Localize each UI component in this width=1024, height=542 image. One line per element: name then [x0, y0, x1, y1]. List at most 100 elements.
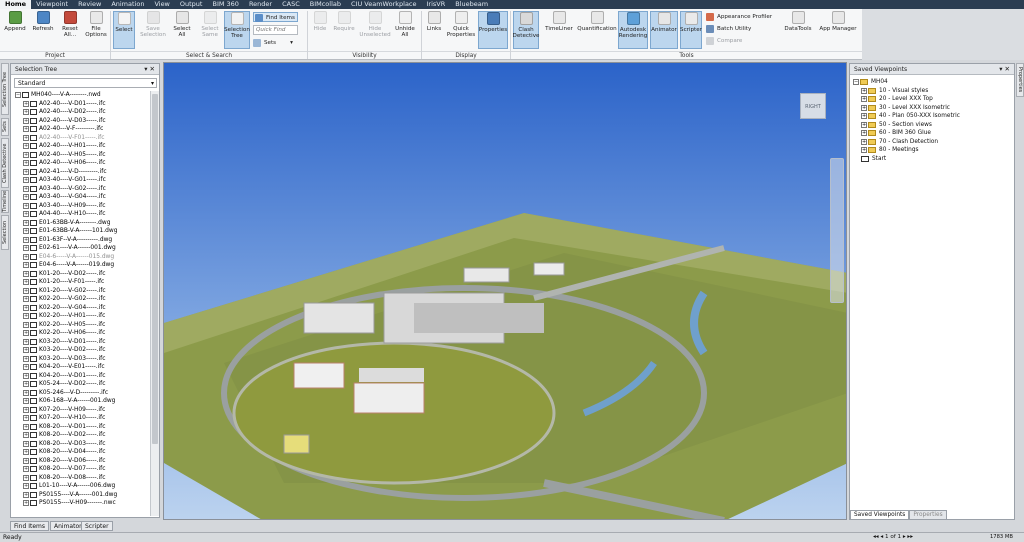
expand-icon[interactable]: + — [861, 130, 867, 137]
require-button[interactable]: Require — [332, 11, 356, 49]
expand-icon[interactable]: + — [23, 160, 29, 167]
tree-item[interactable]: + A02-40----V-H05-----.ifc — [20, 151, 150, 160]
project-group-label[interactable]: Project — [0, 51, 110, 59]
tree-item[interactable]: + A02-40----V-D02-----.ifc — [20, 108, 150, 117]
timeliner-button[interactable]: TimeLiner — [542, 11, 576, 49]
expand-icon[interactable]: + — [23, 211, 29, 218]
tree-item[interactable]: + K08-20----V-D01-----.ifc — [20, 423, 150, 432]
sheet-nav[interactable]: ◂◂ ◂ 1 of 1 ▸ ▸▸ — [873, 533, 913, 542]
expand-icon[interactable]: + — [23, 389, 29, 396]
expand-icon[interactable]: + — [23, 253, 29, 260]
navigation-bar[interactable] — [830, 158, 844, 303]
expand-icon[interactable]: + — [23, 474, 29, 481]
tree-item[interactable]: + K08-20----V-D04-----.ifc — [20, 448, 150, 457]
tree-item[interactable]: + A03-40----V-G04-----.ifc — [20, 193, 150, 202]
expand-icon[interactable]: + — [23, 219, 29, 226]
expand-icon[interactable]: + — [23, 126, 29, 133]
tree-item[interactable]: + K08-20----V-D07-----.ifc — [20, 465, 150, 474]
compare-button[interactable]: Compare — [706, 36, 742, 46]
tree-item[interactable]: + A04-40----V-H10-----.ifc — [20, 210, 150, 219]
collapse-icon[interactable]: − — [853, 79, 859, 86]
expand-icon[interactable]: + — [23, 406, 29, 413]
tab-properties[interactable]: Properties — [909, 510, 947, 520]
select-button[interactable]: Select — [113, 11, 135, 49]
expand-icon[interactable]: + — [23, 449, 29, 456]
tree-item[interactable]: + K02-20----V-G04-----.ifc — [20, 304, 150, 313]
collapse-icon[interactable]: − — [15, 92, 21, 99]
expand-icon[interactable]: + — [23, 185, 29, 192]
left-tab-selection-tree[interactable]: Selection Tree — [1, 63, 9, 115]
expand-icon[interactable]: + — [23, 483, 29, 490]
select-search-group-label[interactable]: Select & Search — [111, 51, 307, 59]
expand-icon[interactable]: + — [23, 117, 29, 124]
tree-item[interactable]: + E04-6-----V-A------019.dwg — [20, 261, 150, 270]
expand-icon[interactable]: + — [23, 143, 29, 150]
expand-icon[interactable]: + — [861, 121, 867, 128]
left-tab-timeliner[interactable]: Timeliner — [1, 190, 9, 213]
tree-item[interactable]: + K05-24----V-D02-----.ifc — [20, 380, 150, 389]
expand-icon[interactable]: + — [23, 338, 29, 345]
tree-item[interactable]: + A03-40----V-G02-----.ifc — [20, 185, 150, 194]
viewpoint-folder[interactable]: +10 - Visual styles — [861, 87, 1013, 96]
tree-item[interactable]: + K03-20----V-D03-----.ifc — [20, 355, 150, 364]
menu-tab-bluebeam[interactable]: Bluebeam — [450, 0, 493, 9]
close-icon[interactable]: ▾ ✕ — [999, 64, 1010, 75]
tree-item[interactable]: + A03-40----V-H09-----.ifc — [20, 202, 150, 211]
tree-item[interactable]: + K07-20----V-H09-----.ifc — [20, 406, 150, 415]
refresh-button[interactable]: Refresh — [30, 11, 56, 49]
find-items-button[interactable]: Find Items — [253, 12, 298, 22]
menu-tab-output[interactable]: Output — [175, 0, 208, 9]
tree-view-dropdown[interactable]: Standard ▾ — [14, 78, 157, 88]
expand-icon[interactable]: + — [23, 466, 29, 473]
menu-tab-bim-360[interactable]: BIM 360 — [207, 0, 243, 9]
tree-item[interactable]: + E01-63F--V-A----------.dwg — [20, 236, 150, 245]
tree-item[interactable]: + A02-40----V-H01-----.ifc — [20, 142, 150, 151]
links-button[interactable]: Links — [424, 11, 444, 49]
tree-item[interactable]: + K06-168--V-A------001.dwg — [20, 397, 150, 406]
batch-utility-button[interactable]: Batch Utility — [706, 24, 751, 34]
autodesk-rendering-button[interactable]: Autodesk Rendering — [618, 11, 648, 49]
tree-item[interactable]: + K08-20----V-D02-----.ifc — [20, 431, 150, 440]
tab-find-items[interactable]: Find Items — [10, 521, 49, 531]
expand-icon[interactable]: + — [23, 304, 29, 311]
tree-item[interactable]: + A02-40----V-H06-----.ifc — [20, 159, 150, 168]
tree-item[interactable]: + PS0155----V-A------001.dwg — [20, 491, 150, 500]
expand-icon[interactable]: + — [23, 423, 29, 430]
3d-viewport[interactable]: RIGHT — [163, 62, 847, 520]
expand-icon[interactable]: + — [23, 313, 29, 320]
expand-icon[interactable]: + — [23, 228, 29, 235]
hide-button[interactable]: Hide — [310, 11, 330, 49]
expand-icon[interactable]: + — [23, 372, 29, 379]
expand-icon[interactable]: + — [23, 236, 29, 243]
tree-item[interactable]: + A02-40----V-D03-----.ifc — [20, 117, 150, 126]
app-manager-button[interactable]: App Manager — [818, 11, 858, 49]
scrollbar-thumb[interactable] — [152, 94, 158, 444]
expand-icon[interactable]: + — [861, 138, 867, 145]
tree-item[interactable]: + A03-40----V-G01-----.ifc — [20, 176, 150, 185]
tree-item[interactable]: + PS0155----V-H09-------.nwc — [20, 499, 150, 508]
expand-icon[interactable]: + — [23, 440, 29, 447]
quick-properties-button[interactable]: Quick Properties — [446, 11, 476, 49]
tree-item[interactable]: + K08-20----V-D08-----.ifc — [20, 474, 150, 483]
expand-icon[interactable]: + — [861, 87, 867, 94]
tree-root[interactable]: − MH040----V-A--------.nwd — [12, 91, 150, 100]
menu-tab-casc[interactable]: CASC — [277, 0, 305, 9]
expand-icon[interactable]: + — [23, 245, 29, 252]
tab-saved-viewpoints[interactable]: Saved Viewpoints — [850, 510, 910, 520]
expand-icon[interactable]: + — [861, 104, 867, 111]
hide-unselected-button[interactable]: Hide Unselected — [359, 11, 391, 49]
expand-icon[interactable]: + — [23, 168, 29, 175]
tree-item[interactable]: + E04-6-----V-A------015.dwg — [20, 253, 150, 262]
expand-icon[interactable]: + — [23, 398, 29, 405]
viewpoint-folder[interactable]: +50 - Section views — [861, 121, 1013, 130]
appearance-profiler-button[interactable]: Appearance Profiler — [706, 12, 772, 22]
quantification-button[interactable]: Quantification — [577, 11, 617, 49]
sets-dropdown[interactable]: Sets ▾ — [253, 38, 293, 48]
tree-item[interactable]: + K08-20----V-D06-----.ifc — [20, 457, 150, 466]
expand-icon[interactable]: + — [861, 113, 867, 120]
tree-item[interactable]: + K07-20----V-H10-----.ifc — [20, 414, 150, 423]
viewpoint-folder[interactable]: +40 - Plan 050-XXX Isometric — [861, 112, 1013, 121]
clash-detective-button[interactable]: Clash Detective — [513, 11, 540, 49]
expand-icon[interactable]: + — [23, 432, 29, 439]
expand-icon[interactable]: + — [23, 347, 29, 354]
